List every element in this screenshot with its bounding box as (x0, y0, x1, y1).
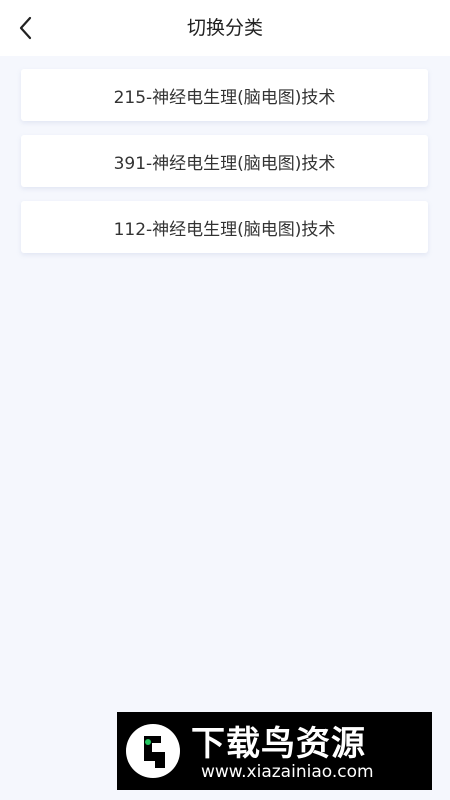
category-item[interactable]: 112-神经电生理(脑电图)技术 (21, 201, 428, 253)
bird-logo-icon (126, 724, 180, 778)
watermark-banner: 下载鸟资源 www.xiazainiao.com (117, 712, 432, 790)
category-item[interactable]: 215-神经电生理(脑电图)技术 (21, 69, 428, 121)
top-bar: 切换分类 (0, 0, 450, 56)
watermark-title: 下载鸟资源 (191, 724, 366, 764)
category-item[interactable]: 391-神经电生理(脑电图)技术 (21, 135, 428, 187)
watermark-url: www.xiazainiao.com (201, 762, 374, 782)
page-title: 切换分类 (186, 17, 263, 39)
category-list: 215-神经电生理(脑电图)技术 391-神经电生理(脑电图)技术 112-神经… (21, 69, 428, 267)
